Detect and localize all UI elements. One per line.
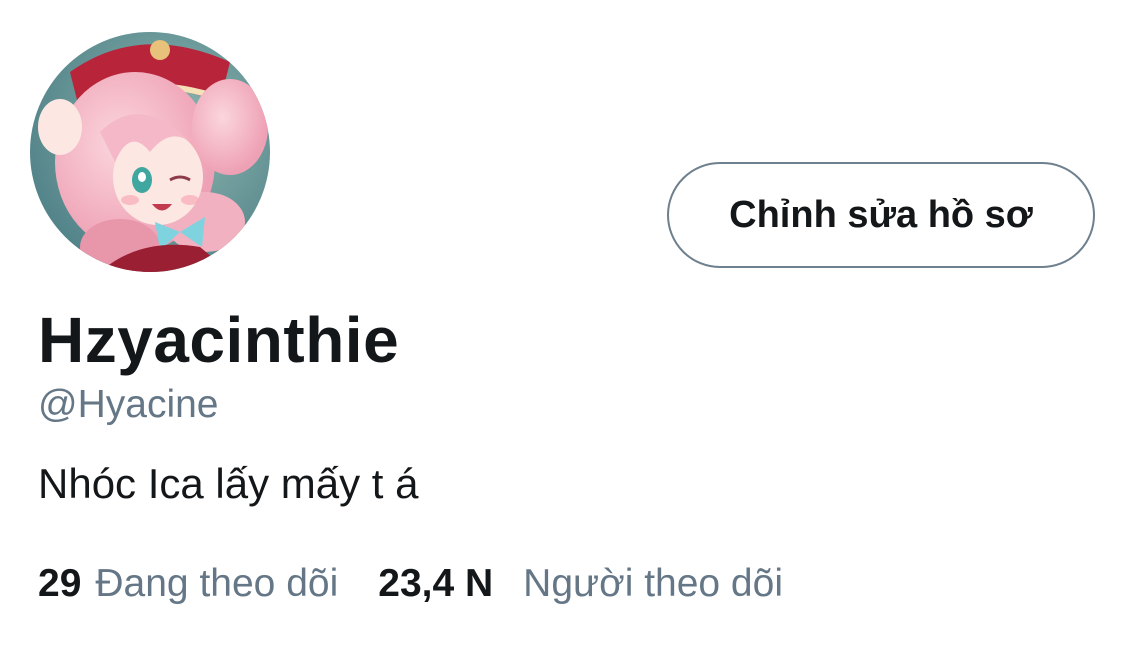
followers-link[interactable]: 23,4 N Người theo dõi (378, 564, 783, 603)
avatar-illustration (30, 32, 270, 272)
avatar[interactable] (30, 32, 270, 272)
bio: Nhóc Ica lấy mấy t á (38, 460, 419, 507)
display-name: Hzyacinthie (38, 304, 400, 376)
following-link[interactable]: 29 Đang theo dõi (38, 564, 338, 603)
profile-header: Chỉnh sửa hồ sơ Hzyacinthie @Hyacine Nhó… (0, 0, 1125, 663)
follow-stats: 29 Đang theo dõi 23,4 N Người theo dõi (38, 564, 823, 603)
followers-count: 23,4 N (378, 562, 494, 605)
followers-label: Người theo dõi (523, 562, 783, 605)
edit-profile-button[interactable]: Chỉnh sửa hồ sơ (667, 162, 1095, 268)
user-handle: @Hyacine (38, 383, 219, 426)
following-count: 29 (38, 562, 82, 605)
following-label: Đang theo dõi (95, 562, 339, 605)
